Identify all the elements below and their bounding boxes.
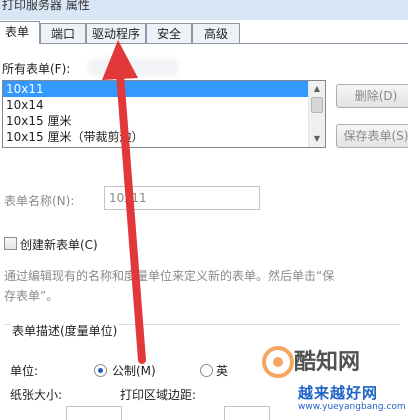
metric-radio[interactable] [94,364,107,377]
margins-label: 打印区域边距: [120,388,197,402]
units-label: 单位: [10,364,39,378]
blurred-region [88,58,178,76]
list-item[interactable]: 10x11 [3,81,325,97]
width-input[interactable] [66,406,122,420]
description-text: 通过编辑现有的名称和度量单位来定义新的表单。然后单击“保存表单”。 [4,269,335,303]
watermark-site-name: 酷知网 [294,350,361,375]
list-item[interactable]: 10x14 [3,97,325,113]
tab-security[interactable]: 安全 [146,23,192,43]
list-item[interactable]: 10x15 厘米 [3,113,325,129]
all-forms-label: 所有表单(F): [2,62,71,76]
scroll-thumb[interactable] [311,97,323,113]
create-new-form-checkbox[interactable] [4,237,17,250]
tab-advanced[interactable]: 高级 [192,23,240,43]
watermark-logo: 酷知网 [258,340,408,380]
save-form-button[interactable]: 保存表单(S) [336,124,408,148]
scroll-up-icon[interactable]: ▲ [309,81,325,97]
paper-size-label: 纸张大小: [10,388,63,402]
list-scrollbar[interactable]: ▲ ▼ [308,81,325,147]
create-new-form-label: 创建新表单(C) [20,238,98,252]
list-item[interactable]: 10x15 厘米（带裁剪边） [3,129,325,145]
english-radio[interactable] [200,364,213,377]
form-name-input[interactable]: 10x11 [104,186,260,210]
english-label: 英 [216,364,229,378]
watermark-banner: 越来越好网 www.yueyangbang.com [258,382,408,420]
tab-drivers[interactable]: 驱动程序 [86,23,146,43]
delete-button[interactable]: 删除(D) [336,84,408,108]
watermark-banner-url: www.yueyangbang.com [298,402,406,412]
measurements-group-title: 表单描述(度量单位) [10,322,120,339]
title-bar: 打印服务器 属性 [0,0,408,20]
printer-server-properties-window: 打印服务器 属性 表单 端口 驱动程序 安全 高级 所有表单(F): 10x11… [0,0,408,420]
tab-strip: 表单 端口 驱动程序 安全 高级 [0,20,408,44]
watermark-banner-name: 越来越好网 [298,384,379,402]
window-title: 打印服务器 属性 [2,0,90,12]
scroll-down-icon[interactable]: ▼ [309,131,325,147]
tab-ports[interactable]: 端口 [40,23,86,43]
tab-forms[interactable]: 表单 [0,21,40,44]
forms-list[interactable]: 10x11 10x14 10x15 厘米 10x15 厘米（带裁剪边） ▲ ▼ [2,80,326,148]
form-name-label: 表单名称(N): [4,194,75,208]
metric-label: 公制(M) [112,364,156,378]
